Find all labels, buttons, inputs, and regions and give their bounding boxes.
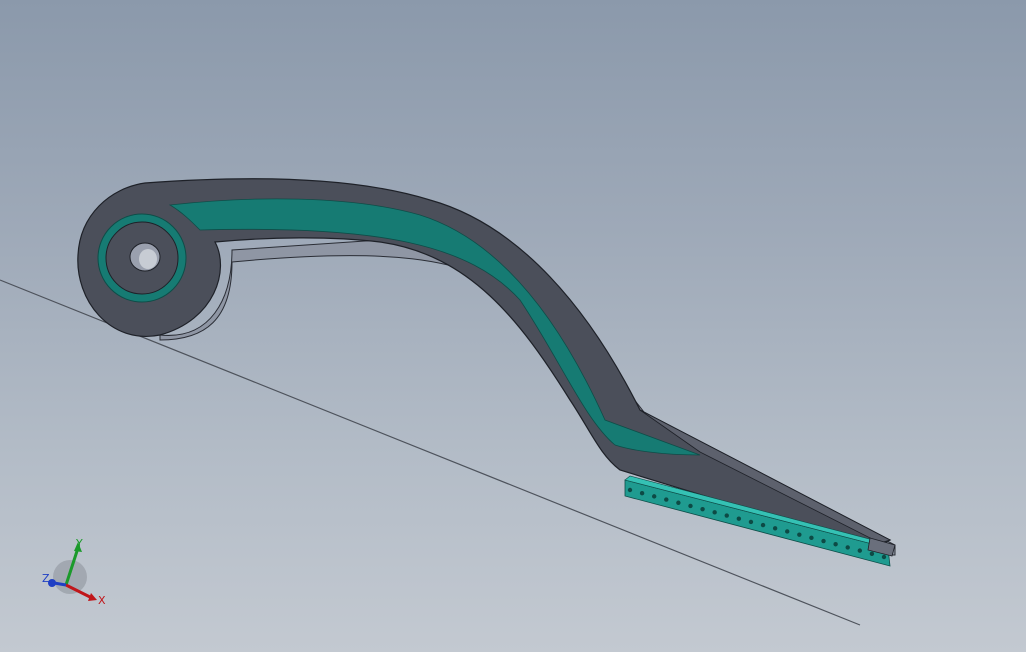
- cad-viewport[interactable]: Y X Z: [0, 0, 1026, 652]
- part-body: [77, 178, 892, 549]
- z-axis-label: Z: [42, 572, 50, 585]
- strip-tooth: [712, 510, 717, 515]
- strip-tooth: [857, 548, 863, 553]
- strip-tooth: [651, 494, 657, 499]
- z-axis-line: [53, 581, 67, 587]
- strip-tooth: [639, 490, 645, 496]
- strip-tooth: [676, 500, 681, 505]
- model-scene: [0, 178, 896, 626]
- axis-triad: Y X Z: [42, 537, 106, 607]
- strip-tooth: [809, 535, 814, 541]
- strip-tooth: [760, 522, 766, 528]
- strip-tooth: [627, 487, 633, 493]
- strip-tooth: [688, 503, 693, 509]
- strip-tooth: [664, 497, 669, 502]
- strip-tooth: [785, 529, 790, 534]
- eye-hole-inner: [139, 249, 157, 269]
- x-axis-label: X: [98, 594, 106, 607]
- strip-tooth: [845, 545, 850, 550]
- strip-tooth: [700, 506, 705, 512]
- strip-tooth: [736, 516, 742, 521]
- strip-tooth: [797, 532, 802, 537]
- strip-tooth: [833, 542, 838, 547]
- strip-tooth: [869, 551, 875, 557]
- strip-tooth: [724, 513, 729, 518]
- y-axis-label: Y: [75, 537, 83, 550]
- strip-tooth: [772, 526, 778, 531]
- strip-tooth: [821, 538, 826, 544]
- strip-tooth: [748, 519, 754, 525]
- strip-tooth: [881, 554, 887, 560]
